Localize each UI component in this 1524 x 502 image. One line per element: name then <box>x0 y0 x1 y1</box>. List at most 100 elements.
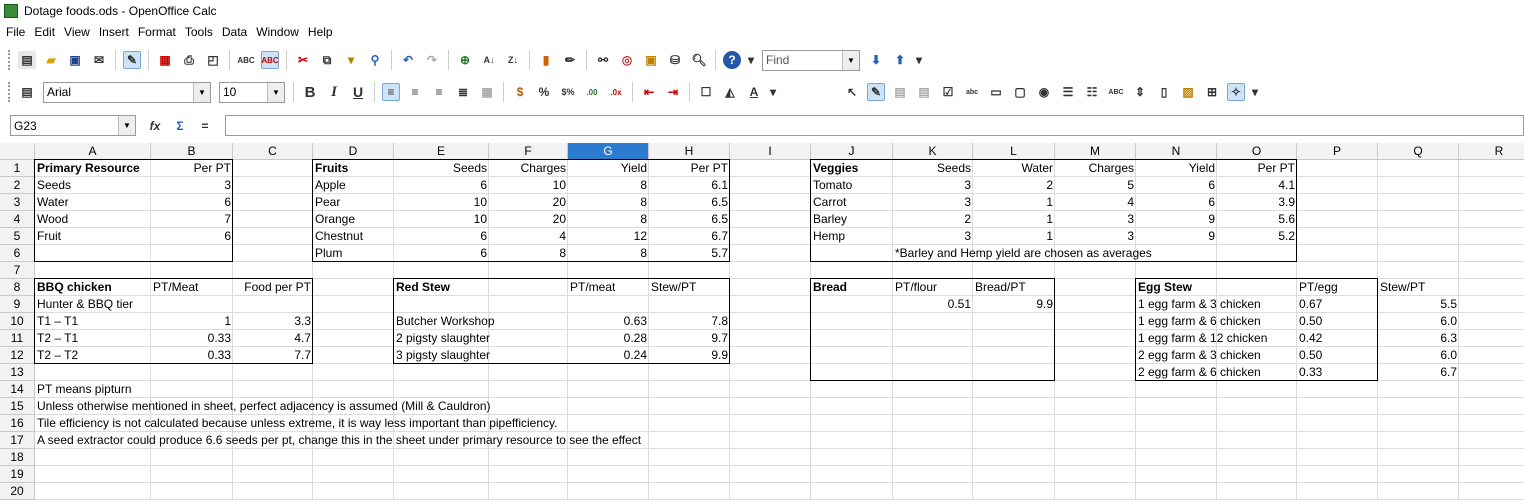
chevron-down-icon[interactable]: ▼ <box>118 116 135 135</box>
zoom-icon[interactable]: 🔍︎ <box>690 51 708 69</box>
sum-icon[interactable]: Σ <box>171 117 189 135</box>
email-icon[interactable]: ✉ <box>90 51 108 69</box>
design-mode-icon[interactable]: ✎ <box>867 83 885 101</box>
font-name-select[interactable]: Arial ▼ <box>43 81 211 103</box>
add-decimal-icon[interactable]: .00 <box>583 83 601 101</box>
menu-data[interactable]: Data <box>222 25 247 39</box>
paste-icon[interactable]: ▾ <box>342 51 360 69</box>
page-preview-icon[interactable]: ◰ <box>204 51 222 69</box>
column-header-o[interactable]: O <box>1217 143 1297 160</box>
increase-indent-icon[interactable]: ⇥ <box>664 83 682 101</box>
justify-icon[interactable]: ≣ <box>454 83 472 101</box>
row-header-6[interactable]: 6 <box>0 245 35 262</box>
sort-descending-icon[interactable]: Z↓ <box>504 51 522 69</box>
chevron-down-icon[interactable]: ▼ <box>267 82 284 102</box>
row-header-20[interactable]: 20 <box>0 483 35 500</box>
select-icon[interactable]: ↖ <box>843 83 861 101</box>
cell-a17[interactable]: A seed extractor could produce 6.6 seeds… <box>35 432 643 449</box>
draw-functions-icon[interactable]: ✏ <box>561 51 579 69</box>
currency-icon[interactable]: $ <box>511 83 529 101</box>
gallery-icon[interactable]: ▣ <box>642 51 660 69</box>
row-header-13[interactable]: 13 <box>0 364 35 381</box>
align-left-icon[interactable]: ≡ <box>382 83 400 101</box>
row-header-8[interactable]: 8 <box>0 279 35 296</box>
toolbar-grip[interactable] <box>8 50 11 70</box>
row-header-12[interactable]: 12 <box>0 347 35 364</box>
scrollbar-control-icon[interactable]: ▯ <box>1155 83 1173 101</box>
row-header-7[interactable]: 7 <box>0 262 35 279</box>
column-header-l[interactable]: L <box>973 143 1055 160</box>
column-header-a[interactable]: A <box>35 143 151 160</box>
data-sources-icon[interactable]: ⛁ <box>666 51 684 69</box>
font-color-icon[interactable]: A <box>745 83 763 101</box>
spreadsheet-grid[interactable]: A B C D E F G H I J K L M N O P Q R 1 2 3 4 5 6 7 8 9 10 11 12 13 14 15 1… <box>0 143 1524 502</box>
menu-help[interactable]: Help <box>308 25 333 39</box>
row-header-14[interactable]: 14 <box>0 381 35 398</box>
label-field-icon[interactable]: ABC <box>1107 83 1125 101</box>
form-properties-icon[interactable]: ▤ <box>915 83 933 101</box>
push-button-icon[interactable]: ▢ <box>1011 83 1029 101</box>
column-header-p[interactable]: P <box>1297 143 1378 160</box>
column-header-i[interactable]: I <box>730 143 811 160</box>
styles-icon[interactable]: ▤ <box>18 83 36 101</box>
background-color-icon[interactable]: ◭ <box>721 83 739 101</box>
option-button-icon[interactable]: ◉ <box>1035 83 1053 101</box>
align-center-icon[interactable]: ≡ <box>406 83 424 101</box>
column-header-c[interactable]: C <box>233 143 313 160</box>
underline-icon[interactable]: U <box>349 83 367 101</box>
control-properties-icon[interactable]: ▤ <box>891 83 909 101</box>
chevron-down-icon[interactable]: ▼ <box>193 82 210 102</box>
row-header-17[interactable]: 17 <box>0 432 35 449</box>
decrease-indent-icon[interactable]: ⇤ <box>640 83 658 101</box>
find-input[interactable]: Find ▼ <box>762 49 860 71</box>
row-header-18[interactable]: 18 <box>0 449 35 466</box>
wizards-icon[interactable]: ✧ <box>1227 83 1245 101</box>
column-header-m[interactable]: M <box>1055 143 1136 160</box>
formula-icon[interactable]: = <box>196 117 214 135</box>
column-header-g[interactable]: G <box>568 143 649 160</box>
redo-icon[interactable]: ↷ <box>423 51 441 69</box>
column-header-e[interactable]: E <box>394 143 489 160</box>
menu-window[interactable]: Window <box>256 25 299 39</box>
find-next-icon[interactable]: ⬇ <box>867 51 885 69</box>
column-header-k[interactable]: K <box>893 143 973 160</box>
function-wizard-icon[interactable]: fx <box>146 117 164 135</box>
print-icon[interactable]: ⎙ <box>180 51 198 69</box>
italic-icon[interactable]: I <box>325 83 343 101</box>
new-icon[interactable]: ▤ <box>18 51 36 69</box>
cell-a14[interactable]: PT means pipturn <box>35 381 134 398</box>
row-header-9[interactable]: 9 <box>0 296 35 313</box>
save-icon[interactable]: ▣ <box>66 51 84 69</box>
font-size-select[interactable]: 10 ▼ <box>219 81 285 103</box>
toolbar-overflow-icon[interactable]: ▾ <box>915 51 923 69</box>
formula-input[interactable] <box>225 115 1524 136</box>
find-replace-icon[interactable]: ⚯ <box>594 51 612 69</box>
toolbar-overflow-icon[interactable]: ▾ <box>1251 83 1259 101</box>
cell-q12[interactable]: 6.0 <box>1378 347 1459 364</box>
cell-a16[interactable]: Tile efficiency is not calculated becaus… <box>35 415 559 432</box>
standard-format-icon[interactable]: $% <box>559 83 577 101</box>
menu-insert[interactable]: Insert <box>99 25 129 39</box>
row-header-15[interactable]: 15 <box>0 398 35 415</box>
spin-button-icon[interactable]: ⇕ <box>1131 83 1149 101</box>
cell-q13[interactable]: 6.7 <box>1378 364 1459 381</box>
image-control-icon[interactable]: ▨ <box>1179 83 1197 101</box>
toolbar-grip[interactable] <box>8 82 11 102</box>
text-box-icon[interactable]: abc <box>963 83 981 101</box>
list-box-icon[interactable]: ☰ <box>1059 83 1077 101</box>
menu-tools[interactable]: Tools <box>185 25 213 39</box>
cell-q10[interactable]: 6.0 <box>1378 313 1459 330</box>
edit-file-icon[interactable]: ✎ <box>123 51 141 69</box>
bold-icon[interactable]: B <box>301 83 319 101</box>
form-navigator-icon[interactable]: ⊞ <box>1203 83 1221 101</box>
column-header-h[interactable]: H <box>649 143 730 160</box>
export-pdf-icon[interactable]: ▦ <box>156 51 174 69</box>
row-header-16[interactable]: 16 <box>0 415 35 432</box>
menu-edit[interactable]: Edit <box>34 25 55 39</box>
select-all-corner[interactable] <box>0 143 35 160</box>
row-header-2[interactable]: 2 <box>0 177 35 194</box>
row-header-4[interactable]: 4 <box>0 211 35 228</box>
delete-decimal-icon[interactable]: .0x <box>607 83 625 101</box>
row-header-3[interactable]: 3 <box>0 194 35 211</box>
percent-icon[interactable]: % <box>535 83 553 101</box>
